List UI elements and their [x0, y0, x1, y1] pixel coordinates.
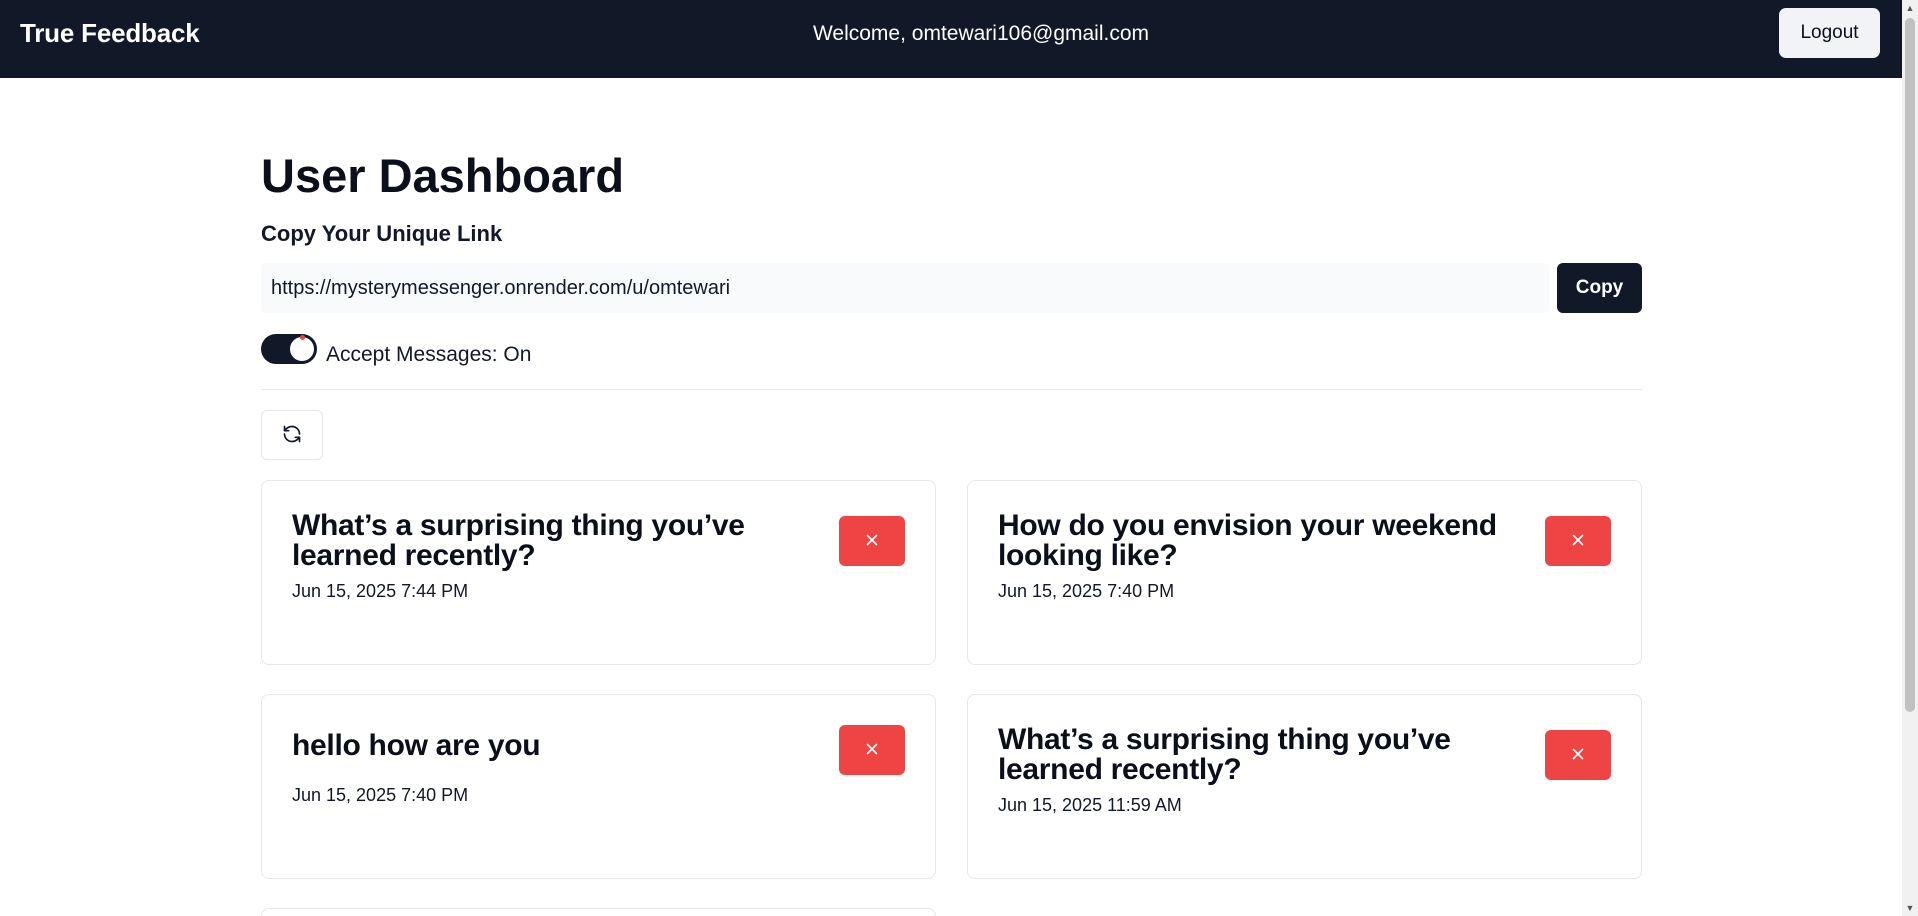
- delete-message-button[interactable]: [839, 725, 905, 775]
- refresh-icon: [282, 424, 302, 447]
- delete-message-button[interactable]: [1545, 516, 1611, 566]
- unique-link-heading: Copy Your Unique Link: [261, 221, 503, 246]
- close-icon: [1569, 745, 1587, 766]
- delete-message-button[interactable]: [1545, 730, 1611, 780]
- message-content: What’s a surprising thing you’ve learned…: [998, 723, 1451, 786]
- accept-messages-label: Accept Messages: On: [326, 343, 532, 366]
- refresh-button[interactable]: [261, 410, 323, 460]
- logout-button[interactable]: Logout: [1779, 8, 1880, 58]
- message-card: What’s a surprising thing you’ve learned…: [261, 480, 936, 665]
- message-card: hello how are you Jun 15, 2025 7:40 PM: [261, 694, 936, 879]
- close-icon: [863, 531, 881, 552]
- page-scrollbar[interactable]: ▲ ▼: [1902, 0, 1918, 916]
- message-date: Jun 15, 2025 7:44 PM: [292, 581, 469, 601]
- delete-message-button[interactable]: [839, 516, 905, 566]
- message-card: [261, 908, 936, 916]
- scroll-up-arrow-icon[interactable]: ▲: [1902, 0, 1918, 16]
- switch-thumb: [290, 337, 314, 361]
- message-content: How do you envision your weekend looking…: [998, 509, 1497, 572]
- message-content: hello how are you: [292, 729, 541, 762]
- unique-link-input[interactable]: [261, 263, 1549, 313]
- page: True Feedback Welcome, omtewari106@gmail…: [0, 0, 1918, 916]
- welcome-text: Welcome, omtewari106@gmail.com: [812, 22, 1150, 45]
- message-content: What’s a surprising thing you’ve learned…: [292, 509, 745, 572]
- close-icon: [1569, 531, 1587, 552]
- close-icon: [863, 740, 881, 761]
- message-card: What’s a surprising thing you’ve learned…: [967, 694, 1642, 879]
- separator: [261, 389, 1642, 390]
- page-title: User Dashboard: [261, 149, 625, 202]
- message-date: Jun 15, 2025 7:40 PM: [292, 785, 469, 805]
- switch-indicator-dot: [300, 335, 305, 340]
- message-date: Jun 15, 2025 11:59 AM: [998, 795, 1182, 815]
- message-card: How do you envision your weekend looking…: [967, 480, 1642, 665]
- accept-messages-switch[interactable]: [261, 334, 317, 364]
- navbar: True Feedback Welcome, omtewari106@gmail…: [0, 0, 1902, 78]
- copy-button[interactable]: Copy: [1557, 263, 1642, 313]
- message-date: Jun 15, 2025 7:40 PM: [998, 581, 1175, 601]
- scrollbar-thumb[interactable]: [1905, 18, 1915, 712]
- scroll-down-arrow-icon[interactable]: ▼: [1902, 900, 1918, 916]
